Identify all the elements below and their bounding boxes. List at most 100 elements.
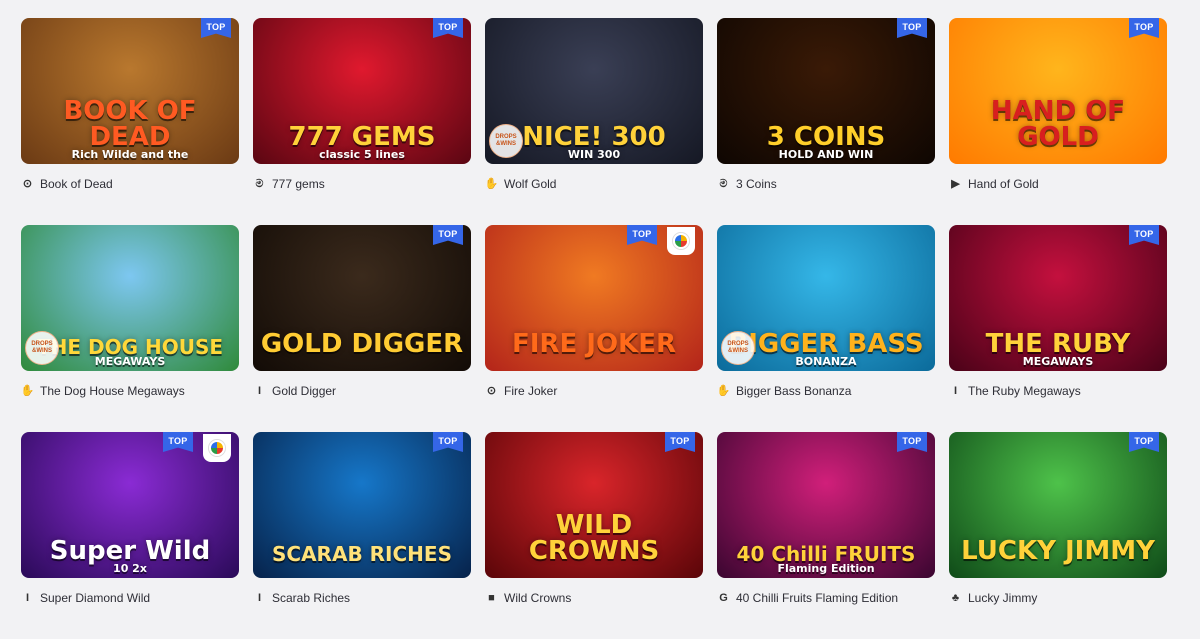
- game-caption[interactable]: ⊙ Fire Joker: [485, 383, 703, 399]
- game-card[interactable]: 777 GEMS classic 5 lines TOP ම 777 gems: [253, 18, 471, 225]
- game-title[interactable]: Bigger Bass Bonanza: [736, 384, 851, 398]
- game-art-subtitle: Rich Wilde and the: [71, 148, 189, 161]
- game-caption[interactable]: ■ Wild Crowns: [485, 590, 703, 606]
- game-art-title: BOOK OF DEAD: [63, 96, 197, 152]
- game-title[interactable]: Fire Joker: [504, 384, 557, 398]
- is-icon: Ι: [257, 384, 262, 397]
- game-title[interactable]: Gold Digger: [272, 384, 336, 398]
- game-art-subtitle: 10 2x: [113, 562, 147, 575]
- game-thumbnail[interactable]: LUCKY JIMMY TOP: [949, 432, 1167, 578]
- game-caption[interactable]: ⊙ Book of Dead: [21, 176, 239, 192]
- game-card[interactable]: 40 Chilli FRUITS Flaming Edition TOP G 40 Ch…: [717, 432, 935, 639]
- top-badge: TOP: [201, 18, 231, 38]
- game-title[interactable]: Super Diamond Wild: [40, 591, 150, 605]
- game-thumbnail[interactable]: 777 GEMS classic 5 lines TOP: [253, 18, 471, 164]
- game-thumbnail[interactable]: 3 COINS HOLD AND WIN TOP: [717, 18, 935, 164]
- game-title[interactable]: Book of Dead: [40, 177, 113, 191]
- drops-wins-badge: DROPS &WINS: [721, 331, 755, 365]
- game-thumbnail[interactable]: HAND OF GOLD TOP: [949, 18, 1167, 164]
- ring-icon: ⊙: [22, 177, 33, 190]
- game-caption[interactable]: ✋ Wolf Gold: [485, 176, 703, 192]
- game-title[interactable]: Wolf Gold: [504, 177, 556, 191]
- game-thumbnail[interactable]: SCARAB RICHES TOP: [253, 432, 471, 578]
- game-caption[interactable]: Ι Gold Digger: [253, 383, 471, 399]
- game-caption[interactable]: ✋ Bigger Bass Bonanza: [717, 383, 935, 399]
- jackpot-coin-icon: [667, 227, 695, 255]
- game-thumbnail[interactable]: WILD CROWNS TOP: [485, 432, 703, 578]
- game-art-title: 40 Chilli FRUITS: [736, 542, 916, 566]
- is-icon: Ι: [257, 591, 262, 604]
- game-card[interactable]: GOLD DIGGER TOP Ι Gold Digger: [253, 225, 471, 432]
- square-icon: ■: [488, 591, 495, 604]
- game-card[interactable]: WILD CROWNS TOP ■ Wild Crowns: [485, 432, 703, 639]
- game-caption[interactable]: ම 3 Coins: [717, 176, 935, 192]
- hand-icon: ✋: [484, 177, 499, 190]
- play-icon: ▶: [951, 177, 960, 190]
- top-badge: TOP: [433, 18, 463, 38]
- hand-icon: ✋: [20, 384, 35, 397]
- game-thumbnail[interactable]: GOLD DIGGER TOP: [253, 225, 471, 371]
- game-thumbnail[interactable]: THE DOG HOUSE MEGAWAYS DROPS &WINS: [21, 225, 239, 371]
- game-art-title: Super Wild: [49, 536, 211, 566]
- game-title[interactable]: 777 gems: [272, 177, 325, 191]
- game-caption[interactable]: ▶ Hand of Gold: [949, 176, 1167, 192]
- drops-label: DROPS: [727, 341, 749, 348]
- game-title[interactable]: Scarab Riches: [272, 591, 350, 605]
- game-title[interactable]: Hand of Gold: [968, 177, 1039, 191]
- game-title[interactable]: 3 Coins: [736, 177, 777, 191]
- is-icon: Ι: [25, 591, 30, 604]
- jackpot-coin-icon: [203, 434, 231, 462]
- game-thumbnail[interactable]: NICE! 300 WIN 300 DROPS &WINS: [485, 18, 703, 164]
- game-card[interactable]: LUCKY JIMMY TOP ♣ Lucky Jimmy: [949, 432, 1167, 639]
- top-badge: TOP: [1129, 432, 1159, 452]
- game-thumbnail[interactable]: 40 Chilli FRUITS Flaming Edition TOP: [717, 432, 935, 578]
- top-badge: TOP: [897, 432, 927, 452]
- top-badge: TOP: [897, 18, 927, 38]
- game-title[interactable]: 40 Chilli Fruits Flaming Edition: [736, 591, 898, 605]
- game-card[interactable]: BIGGER BASS BONANZA DROPS &WINS ✋ Bigger Bass…: [717, 225, 935, 432]
- game-card[interactable]: HAND OF GOLD TOP ▶ Hand of Gold: [949, 18, 1167, 225]
- game-card[interactable]: THE DOG HOUSE MEGAWAYS DROPS &WINS ✋ The Dog …: [21, 225, 239, 432]
- game-art-title: LUCKY JIMMY: [961, 536, 1155, 566]
- game-title[interactable]: Lucky Jimmy: [968, 591, 1037, 605]
- game-caption[interactable]: ✋ The Dog House Megaways: [21, 383, 239, 399]
- game-thumbnail[interactable]: FIRE JOKER TOP: [485, 225, 703, 371]
- game-title[interactable]: Wild Crowns: [504, 591, 571, 605]
- game-art-title: 3 COINS: [766, 122, 886, 152]
- game-art-title: WILD CROWNS: [528, 510, 660, 566]
- game-thumbnail[interactable]: BIGGER BASS BONANZA DROPS &WINS: [717, 225, 935, 371]
- game-thumbnail[interactable]: THE RUBY MEGAWAYS TOP: [949, 225, 1167, 371]
- wins-label: &WINS: [496, 141, 516, 147]
- game-card[interactable]: FIRE JOKER TOP ⊙ Fire Joker: [485, 225, 703, 432]
- ring-icon: ⊙: [486, 384, 497, 397]
- game-card[interactable]: Super Wild 10 2x TOP Ι Super Diamond Wild: [21, 432, 239, 639]
- top-badge: TOP: [627, 225, 657, 245]
- is-icon: Ι: [953, 384, 958, 397]
- spiral-icon: ම: [255, 177, 264, 190]
- game-card[interactable]: NICE! 300 WIN 300 DROPS &WINS ✋ Wolf Gold: [485, 18, 703, 225]
- game-title[interactable]: The Ruby Megaways: [968, 384, 1081, 398]
- game-card[interactable]: THE RUBY MEGAWAYS TOP Ι The Ruby Megaways: [949, 225, 1167, 432]
- game-thumbnail[interactable]: BOOK OF DEAD Rich Wilde and the TOP: [21, 18, 239, 164]
- drops-wins-badge: DROPS &WINS: [489, 124, 523, 158]
- top-badge: TOP: [433, 225, 463, 245]
- game-card[interactable]: 3 COINS HOLD AND WIN TOP ම 3 Coins: [717, 18, 935, 225]
- game-card[interactable]: BOOK OF DEAD Rich Wilde and the TOP ⊙ Book o…: [21, 18, 239, 225]
- game-caption[interactable]: G 40 Chilli Fruits Flaming Edition: [717, 590, 935, 606]
- game-caption[interactable]: Ι Scarab Riches: [253, 590, 471, 606]
- game-card[interactable]: SCARAB RICHES TOP Ι Scarab Riches: [253, 432, 471, 639]
- wins-label: &WINS: [32, 348, 52, 354]
- game-thumbnail[interactable]: Super Wild 10 2x TOP: [21, 432, 239, 578]
- spiral-icon: ම: [719, 177, 728, 190]
- game-caption[interactable]: ම 777 gems: [253, 176, 471, 192]
- game-art-subtitle: MEGAWAYS: [1022, 355, 1094, 368]
- drops-label: DROPS: [31, 341, 53, 348]
- game-caption[interactable]: Ι Super Diamond Wild: [21, 590, 239, 606]
- clover-icon: ♣: [951, 591, 960, 604]
- game-caption[interactable]: Ι The Ruby Megaways: [949, 383, 1167, 399]
- top-badge: TOP: [163, 432, 193, 452]
- game-art-subtitle: HOLD AND WIN: [778, 148, 874, 161]
- drops-label: DROPS: [495, 134, 517, 141]
- game-caption[interactable]: ♣ Lucky Jimmy: [949, 590, 1167, 606]
- game-title[interactable]: The Dog House Megaways: [40, 384, 185, 398]
